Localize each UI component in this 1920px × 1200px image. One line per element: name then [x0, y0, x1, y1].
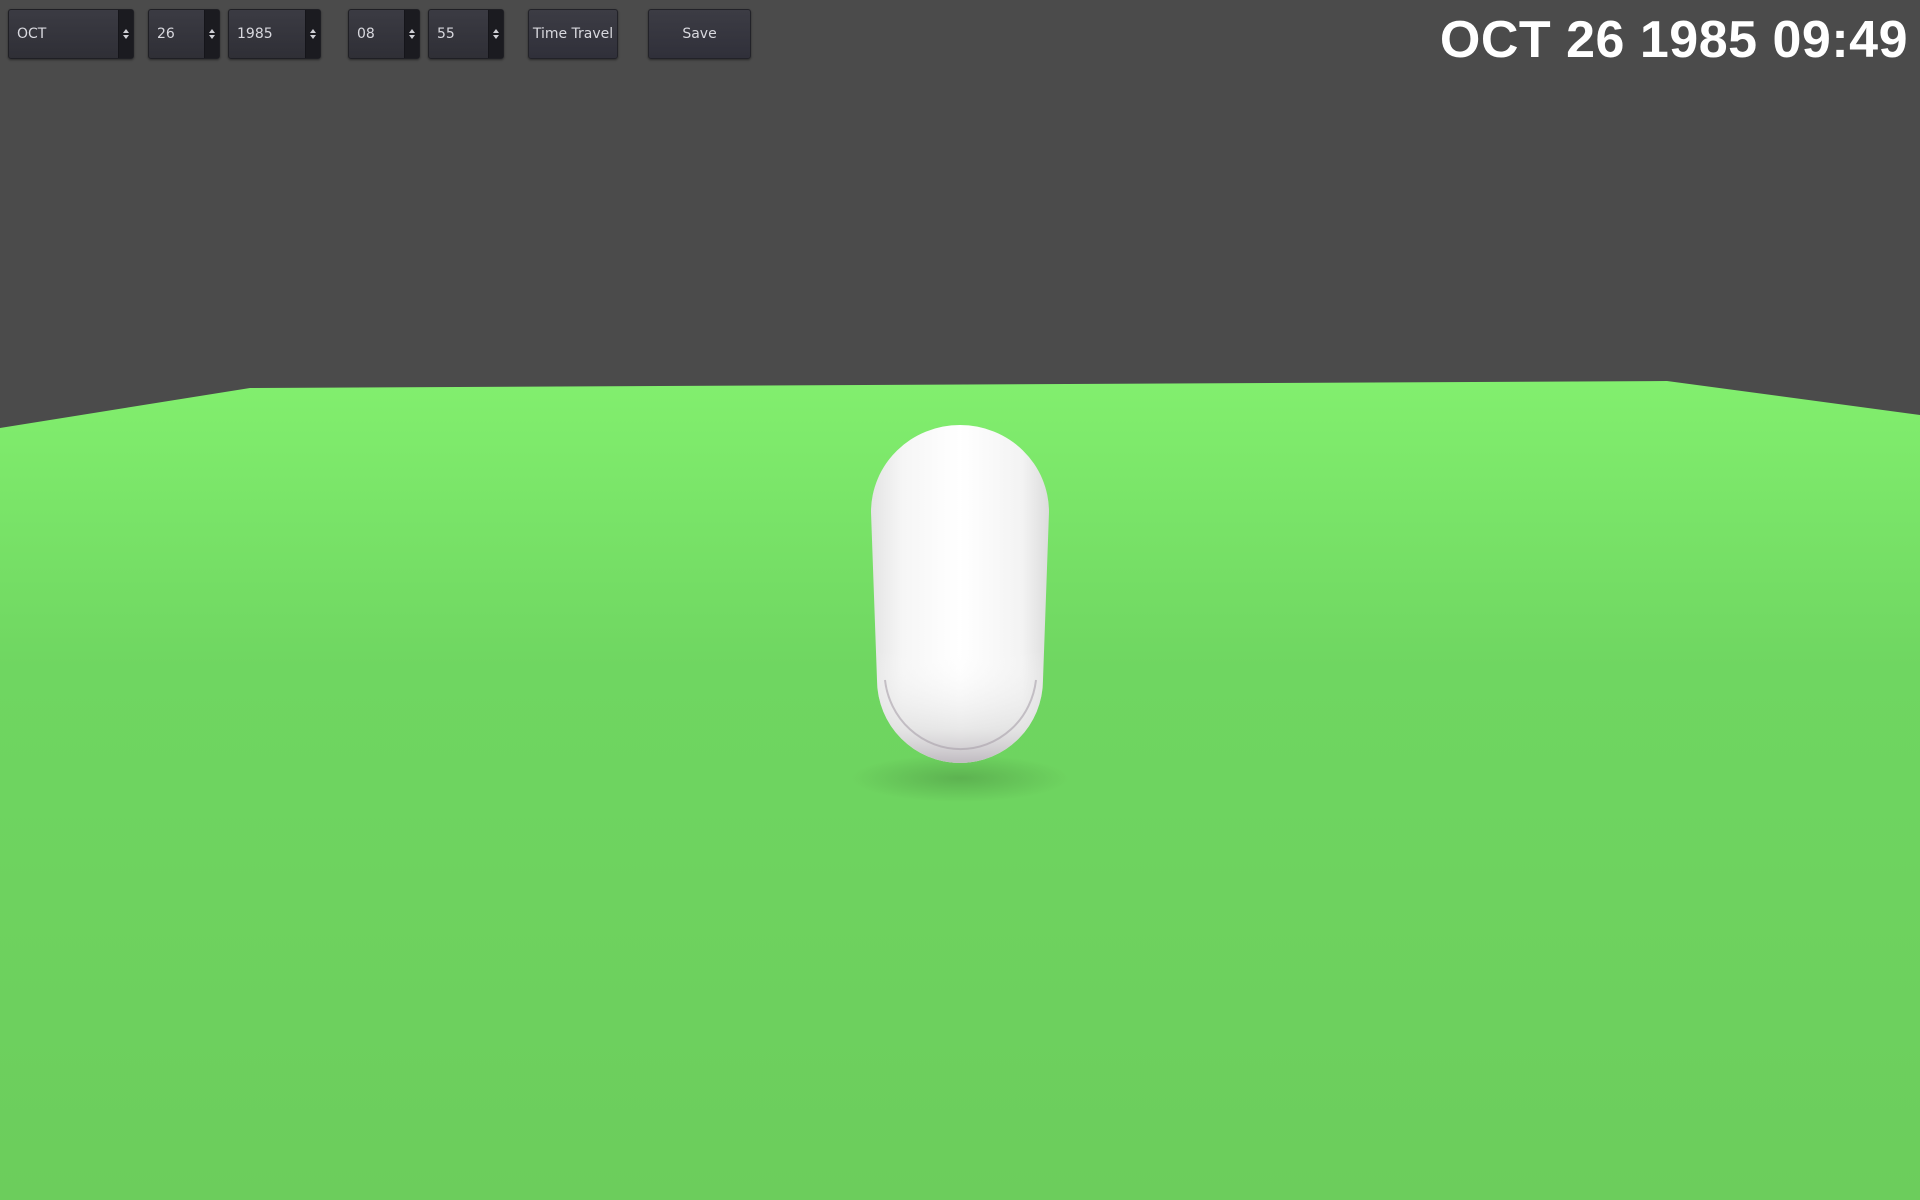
day-value[interactable]: 26	[157, 10, 175, 58]
year-spinbox[interactable]: 1985	[228, 9, 321, 59]
hour-spinbox[interactable]: 08	[348, 9, 420, 59]
hour-value[interactable]: 08	[357, 10, 375, 58]
month-value[interactable]: OCT	[17, 10, 46, 58]
current-datetime-display: OCT 26 1985 09:49	[1439, 11, 1908, 69]
save-button[interactable]: Save	[648, 9, 751, 59]
month-spin-arrows-icon[interactable]	[118, 10, 133, 58]
player-capsule	[871, 425, 1049, 763]
day-spin-arrows-icon[interactable]	[204, 10, 219, 58]
year-value[interactable]: 1985	[237, 10, 273, 58]
time-travel-button[interactable]: Time Travel	[528, 9, 618, 59]
day-spinbox[interactable]: 26	[148, 9, 220, 59]
minute-spin-arrows-icon[interactable]	[488, 10, 503, 58]
time-controls-toolbar: OCT 26 1985 08 55 Time Travel Save	[0, 0, 800, 70]
hour-spin-arrows-icon[interactable]	[404, 10, 419, 58]
month-spinbox[interactable]: OCT	[8, 9, 134, 59]
minute-value[interactable]: 55	[437, 10, 455, 58]
game-viewport[interactable]: OCT 26 1985 08 55 Time Travel Save OCT 2…	[0, 0, 1920, 1200]
scene-3d	[0, 381, 1920, 1200]
minute-spinbox[interactable]: 55	[428, 9, 504, 59]
year-spin-arrows-icon[interactable]	[305, 10, 320, 58]
